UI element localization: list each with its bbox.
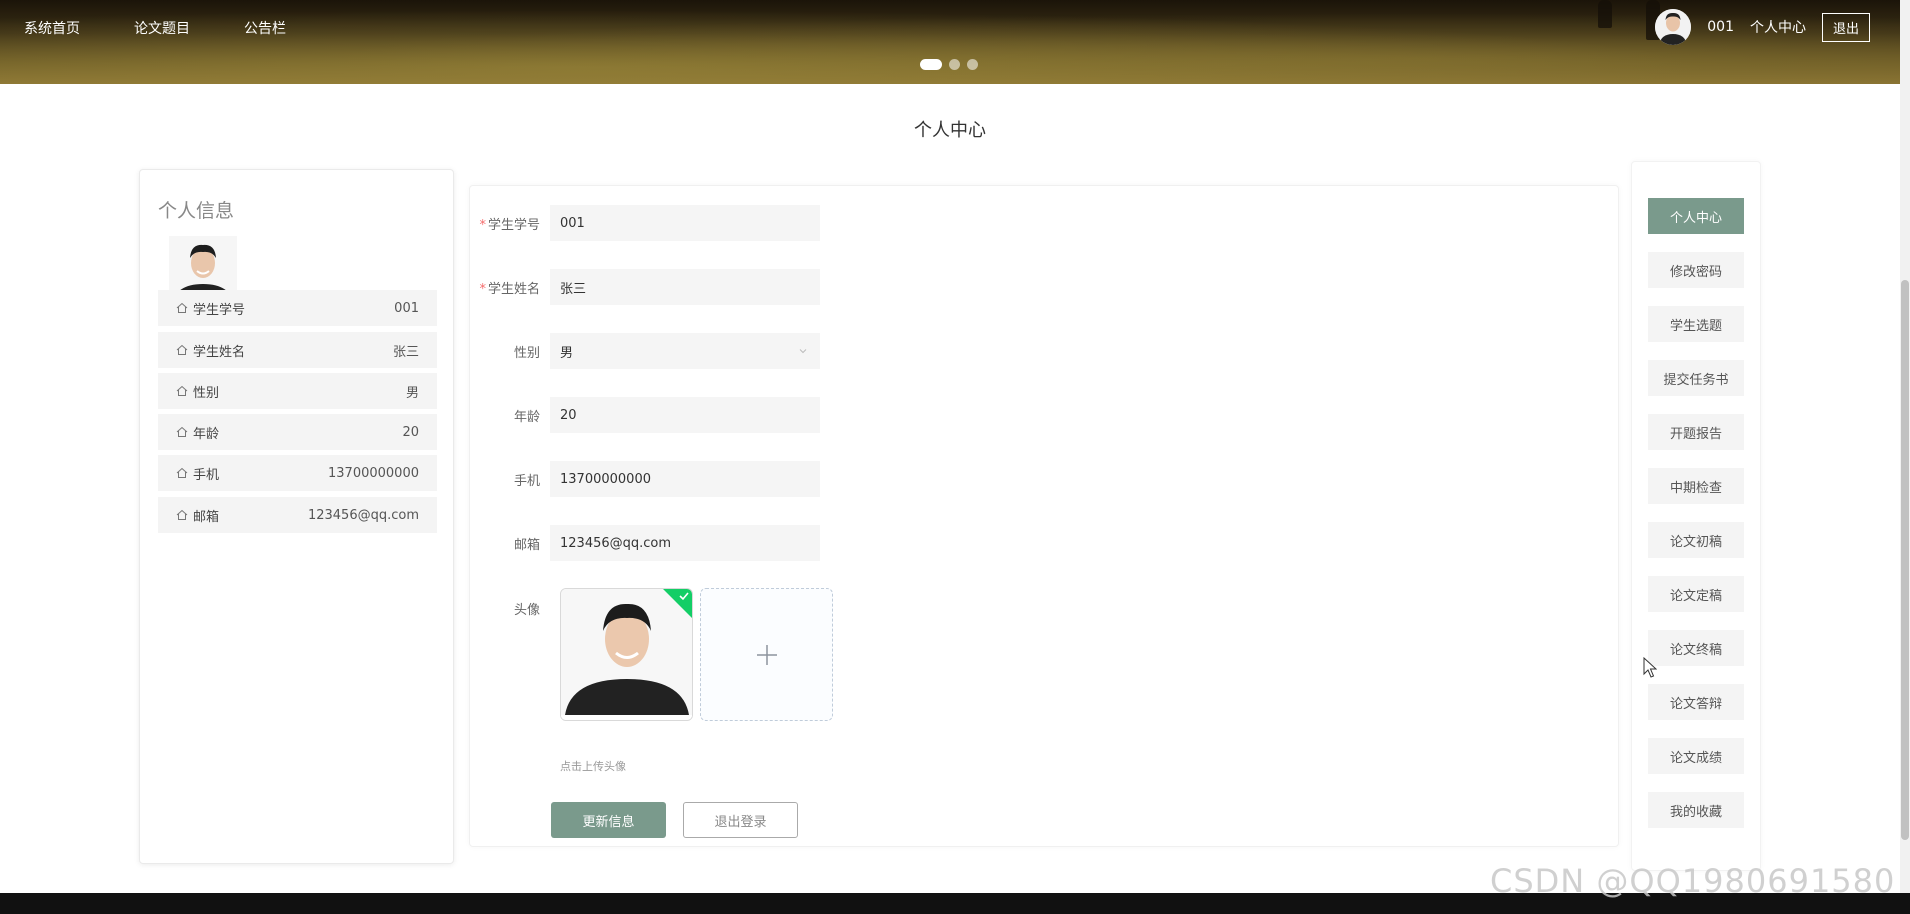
menu-item-revised-draft[interactable]: 论文定稿 [1648,576,1744,612]
menu-item-grades[interactable]: 论文成绩 [1648,738,1744,774]
info-row-gender: 性别 男 [158,373,437,409]
info-row-age: 年龄 20 [158,414,437,450]
profile-form: * 学生学号 001 * 学生姓名 张三 性别 男 年龄 20 手机 1370000… [469,185,1619,847]
page-scrollbar[interactable] [1900,0,1910,893]
carousel-dot[interactable] [949,59,960,70]
menu-item-task-book[interactable]: 提交任务书 [1648,360,1744,396]
upload-hint: 点击上传头像 [560,760,626,773]
field-label: 性别 [513,345,540,361]
student-name-input[interactable]: 张三 [550,269,820,305]
menu-item-midterm-check[interactable]: 中期检查 [1648,468,1744,504]
home-icon [176,426,188,437]
home-icon [176,302,188,313]
carousel-dot[interactable] [967,59,978,70]
nav-item-home[interactable]: 系统首页 [24,18,80,38]
student-id-input[interactable]: 001 [550,205,820,241]
home-icon [176,467,188,478]
carousel-dot[interactable] [920,59,942,70]
form-row-age: 年龄 20 [470,397,820,433]
info-label: 手机 [193,467,220,483]
nav-item-topics[interactable]: 论文题目 [134,18,190,38]
gender-select[interactable]: 男 [550,333,820,369]
info-row-student-name: 学生姓名 张三 [158,332,437,368]
menu-item-change-password[interactable]: 修改密码 [1648,252,1744,288]
info-value: 123456@qq.com [307,507,419,523]
info-row-student-id: 学生学号 001 [158,290,437,326]
field-label: 学生学号 [487,217,540,233]
form-row-phone: 手机 13700000000 [470,461,820,497]
field-label: 学生姓名 [487,281,540,297]
menu-item-defense[interactable]: 论文答辩 [1648,684,1744,720]
info-value: 男 [405,385,419,401]
mouse-cursor-icon [1643,657,1657,678]
user-name: 001 [1707,19,1734,35]
form-row-gender: 性别 男 [470,333,820,369]
nav-item-notice[interactable]: 公告栏 [244,18,286,38]
info-label: 性别 [193,385,220,401]
avatar-image [561,589,692,720]
update-info-button[interactable]: 更新信息 [551,802,666,838]
field-label: 年龄 [513,409,540,425]
watermark: CSDN @QQ1980691580 [1490,862,1896,900]
avatar-upload-button[interactable] [700,588,833,721]
form-row-email: 邮箱 123456@qq.com [470,525,820,561]
required-mark: * [479,217,486,233]
info-value: 001 [394,300,419,316]
required-mark: * [479,281,486,297]
menu-item-topic-selection[interactable]: 学生选题 [1648,306,1744,342]
profile-heading: 个人信息 [158,200,235,222]
carousel-indicators [920,59,985,70]
email-input[interactable]: 123456@qq.com [550,525,820,561]
info-label: 年龄 [193,426,220,442]
avatar-preview[interactable] [560,588,693,721]
logout-button[interactable]: 退出 [1821,12,1870,42]
home-icon [176,344,188,355]
avatar[interactable] [1655,9,1692,45]
menu-item-personal-center[interactable]: 个人中心 [1648,198,1744,234]
info-value: 20 [402,424,419,440]
field-label: 邮箱 [513,537,540,553]
side-menu: 个人中心 修改密码 学生选题 提交任务书 开题报告 中期检查 论文初稿 论文定稿… [1631,161,1761,871]
check-icon [679,592,689,601]
field-label: 手机 [513,473,540,489]
info-value: 13700000000 [328,465,419,481]
home-icon [176,509,188,520]
info-row-phone: 手机 13700000000 [158,455,437,491]
form-row-student-name: * 学生姓名 张三 [470,269,820,305]
menu-item-favorites[interactable]: 我的收藏 [1648,792,1744,828]
form-row-student-id: * 学生学号 001 [470,205,820,241]
info-value: 张三 [392,344,419,360]
info-label: 邮箱 [193,509,220,525]
logout-account-button[interactable]: 退出登录 [683,802,798,838]
plus-icon [756,644,777,665]
avatar-label: 头像 [513,603,540,618]
gender-select-value: 男 [560,345,574,361]
menu-item-first-draft[interactable]: 论文初稿 [1648,522,1744,558]
home-icon [176,385,188,396]
chevron-down-icon [799,349,807,354]
profile-card: 个人信息 学生学号 001 学生姓名 张三 性别 男 年龄 20 手机 1370… [139,169,454,864]
user-center-link[interactable]: 个人中心 [1750,17,1806,37]
user-area: 001 个人中心 退出 [1655,8,1870,46]
page-title: 个人中心 [914,120,986,141]
banner-figure [1598,0,1612,28]
phone-input[interactable]: 13700000000 [550,461,820,497]
info-row-email: 邮箱 123456@qq.com [158,497,437,533]
info-label: 学生姓名 [193,344,246,360]
scrollbar-thumb[interactable] [1901,280,1909,840]
header-banner: 系统首页 论文题目 公告栏 001 个人中心 退出 [0,0,1900,84]
menu-item-final-draft[interactable]: 论文终稿 [1648,630,1744,666]
top-nav: 系统首页 论文题目 公告栏 [0,0,316,55]
menu-item-proposal-report[interactable]: 开题报告 [1648,414,1744,450]
age-input[interactable]: 20 [550,397,820,433]
info-label: 学生学号 [193,302,246,318]
